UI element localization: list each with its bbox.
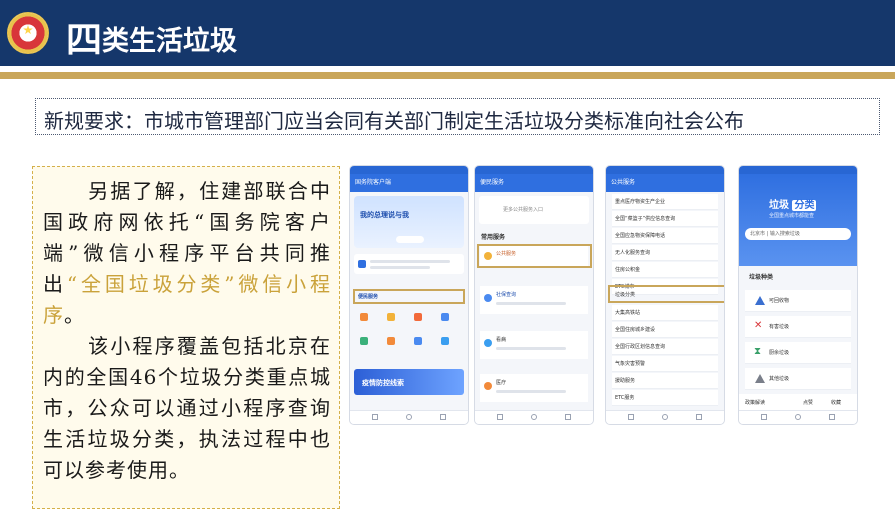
service-icon [484, 339, 492, 347]
service-icon[interactable] [360, 337, 368, 345]
hero-title-b: 分类 [792, 200, 817, 211]
status-bar [350, 166, 468, 174]
status-bar [475, 166, 593, 174]
phone-title: 公共服务 [606, 174, 724, 192]
search-text: 北京市 | 输入搜索垃圾 [750, 231, 800, 237]
category-label: 可回收物 [769, 298, 790, 304]
search-input[interactable]: 北京市 | 输入搜索垃圾 [745, 228, 851, 240]
card-line [496, 390, 566, 393]
service-icon [484, 382, 492, 390]
promo-banner[interactable]: 疫情防控线索 [354, 369, 464, 395]
banner: 我的总理说与我 [354, 196, 464, 248]
rule-text: 新规要求：市城市管理部门应当会同有关部门制定生活垃圾分类标准向社会公布 [44, 109, 744, 133]
list-item[interactable]: 气象灾害预警 [612, 356, 718, 372]
action-bar: 政策解读 点赞 收藏 [739, 394, 857, 410]
hero-subtitle: 全国重点城市都能查 [769, 213, 815, 219]
section-label: 便民服务 [358, 294, 379, 300]
service-card[interactable]: 医疗 [480, 374, 588, 402]
search-text: 更多公共服务入口 [503, 207, 544, 213]
description-panel: 另据了解，住建部联合中国政府网依托“国务院客户端”微信小程序平台共同推出“全国垃… [32, 166, 340, 509]
service-card[interactable]: 社保查询 [480, 286, 588, 314]
recyclable-icon [755, 296, 765, 305]
service-name: 公共服务 [496, 251, 517, 257]
section-label: 垃圾种类 [749, 274, 774, 281]
service-icon [484, 294, 492, 302]
page-title: 四类生活垃圾 [66, 11, 237, 63]
service-icon[interactable] [387, 313, 395, 321]
list-item[interactable]: 无人化服务查询 [612, 245, 718, 261]
notice-icon [358, 260, 366, 268]
service-icon[interactable] [387, 337, 395, 345]
status-bar [606, 166, 724, 174]
notice-strip [354, 254, 464, 274]
list-item[interactable]: 全国应急物资保障电话 [612, 228, 718, 244]
title-number: 四 [66, 19, 103, 61]
paragraph-1: 另据了解，住建部联合中国政府网依托“国务院客户端”微信小程序平台共同推出“全国垃… [43, 176, 331, 331]
list-item[interactable]: 全国“菜篮子”供应信息查询 [612, 211, 718, 227]
hero-title-a: 垃圾 [769, 200, 789, 211]
hazardous-icon: ✕ [754, 320, 763, 331]
banner-text: 我的总理说与我 [360, 211, 409, 219]
service-name: 社保查询 [496, 292, 517, 298]
kitchen-waste-icon: ⧗ [754, 346, 762, 357]
service-icon[interactable] [414, 313, 422, 321]
phone-screenshot-home: 国务院客户端 我的总理说与我 便民服务 疫情防控线索 [350, 166, 468, 424]
service-name: 看病 [496, 337, 507, 343]
phone-screenshot-services: 便民服务 更多公共服务入口 常用服务 公共服务 社保查询 看病 医疗 [475, 166, 593, 424]
service-icon[interactable] [360, 313, 368, 321]
service-card[interactable]: 看病 [480, 331, 588, 359]
phone-nav-bar [475, 410, 593, 424]
hero-title: 垃圾 分类 [769, 196, 817, 211]
list-item-garbage[interactable]: 垃圾分类 [612, 287, 718, 303]
card-line [496, 347, 566, 350]
list-item[interactable]: 大集高铁站 [612, 305, 718, 321]
list-item[interactable]: 全国行政区划信息查询 [612, 339, 718, 355]
service-icon[interactable] [441, 337, 449, 345]
notice-line [370, 266, 430, 269]
list-item[interactable]: 全国住房城乡建设 [612, 322, 718, 338]
category-label: 有害垃圾 [769, 324, 790, 330]
gold-divider [0, 72, 895, 79]
like-button[interactable]: 点赞 [803, 399, 813, 406]
list-item[interactable]: 住房公积金 [612, 262, 718, 278]
section-label: 常用服务 [481, 234, 506, 241]
title-bar: 四类生活垃圾 [0, 0, 895, 66]
phone-screenshot-public-services: 公共服务 重点医疗物资生产企业 全国“菜篮子”供应信息查询 全国应急物资保障电话… [606, 166, 724, 424]
hero: 垃圾 分类 全国重点城市都能查 北京市 | 输入搜索垃圾 [739, 174, 857, 266]
phone-nav-bar [739, 410, 857, 424]
list-item[interactable]: 援助服务 [612, 373, 718, 389]
phone-screenshot-garbage-sorting: 垃圾 分类 全国重点城市都能查 北京市 | 输入搜索垃圾 垃圾种类 可回收物 有… [739, 166, 857, 424]
list-item[interactable]: ETC服务 [612, 390, 718, 406]
phone-nav-bar [350, 410, 468, 424]
service-card[interactable]: 公共服务 [480, 246, 588, 266]
service-icon [484, 252, 492, 260]
status-bar [739, 166, 857, 174]
service-grid [356, 311, 462, 363]
service-name: 医疗 [496, 380, 507, 386]
phone-nav-bar [606, 410, 724, 424]
favorite-button[interactable]: 收藏 [831, 399, 841, 406]
paragraph-2: 该小程序覆盖包括北京在内的全国46个垃圾分类重点城市，公众可以通过小程序查询生活… [43, 331, 331, 486]
highlighted-app-name: “全国垃圾分类”微信小程序 [43, 272, 332, 327]
rule-callout: 新规要求：市城市管理部门应当会同有关部门制定生活垃圾分类标准向社会公布 [35, 98, 880, 135]
service-icon[interactable] [414, 337, 422, 345]
banner-button [396, 236, 424, 243]
paragraph-2-text: 该小程序覆盖包括北京在内的全国46个垃圾分类重点城市，公众可以通过小程序查询生活… [43, 334, 331, 482]
national-emblem-icon [7, 12, 49, 54]
policy-link[interactable]: 政策解读 [745, 399, 765, 406]
category-label: 其他垃圾 [769, 376, 790, 382]
card-line [496, 302, 566, 305]
phone-title: 国务院客户端 [350, 174, 468, 192]
phone-title: 便民服务 [475, 174, 593, 192]
paragraph-1-end: 。 [64, 303, 85, 327]
other-waste-icon [755, 374, 765, 383]
category-label: 厨余垃圾 [769, 350, 790, 356]
notice-line [370, 260, 450, 263]
service-icon[interactable] [441, 313, 449, 321]
list-item[interactable]: 重点医疗物资生产企业 [612, 194, 718, 210]
search-bar[interactable]: 更多公共服务入口 [479, 196, 589, 224]
promo-text: 疫情防控线索 [362, 379, 404, 387]
title-text: 类生活垃圾 [102, 26, 238, 57]
